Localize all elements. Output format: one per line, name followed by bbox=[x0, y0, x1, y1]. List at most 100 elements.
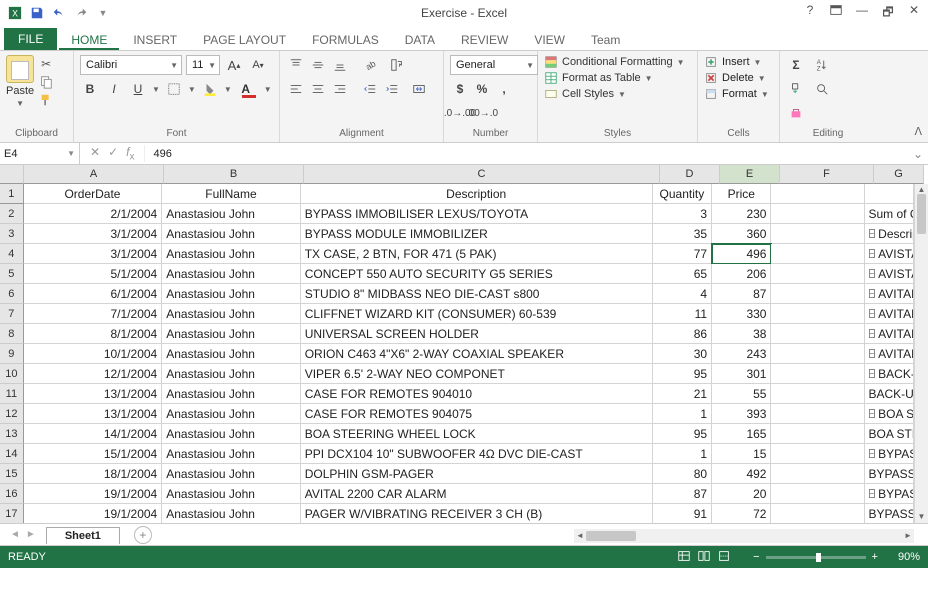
cell-price[interactable]: 206 bbox=[712, 264, 771, 284]
cell-date[interactable]: 13/1/2004 bbox=[24, 384, 162, 404]
decrease-font-icon[interactable]: A▾ bbox=[248, 55, 268, 75]
font-name-combo[interactable]: Calibri▼ bbox=[80, 55, 182, 75]
normal-view-icon[interactable] bbox=[677, 549, 691, 566]
chevron-down-icon[interactable]: ▼ bbox=[224, 85, 232, 94]
insert-cells-button[interactable]: Insert▼ bbox=[704, 55, 773, 69]
insert-function-icon[interactable]: fx bbox=[126, 145, 134, 162]
cell-description[interactable]: VIPER 6.5' 2-WAY NEO COMPONET bbox=[301, 364, 653, 384]
cell[interactable] bbox=[771, 484, 864, 504]
cell-group[interactable]: −AVITAL 22 bbox=[865, 304, 915, 324]
cell-price[interactable]: 230 bbox=[712, 204, 771, 224]
cell-price[interactable]: 360 bbox=[712, 224, 771, 244]
cell-name[interactable]: Anastasiou John bbox=[162, 284, 300, 304]
orientation-icon[interactable]: ab bbox=[360, 55, 380, 75]
cell-price[interactable]: 55 bbox=[712, 384, 771, 404]
header-cell[interactable]: Description bbox=[301, 184, 653, 204]
cell[interactable] bbox=[771, 464, 864, 484]
cell-description[interactable]: DOLPHIN GSM-PAGER bbox=[301, 464, 653, 484]
collapse-icon[interactable]: − bbox=[869, 369, 876, 378]
new-sheet-button[interactable]: + bbox=[134, 526, 152, 544]
column-header[interactable]: C bbox=[304, 165, 660, 184]
undo-icon[interactable] bbox=[50, 4, 68, 22]
cell-group[interactable]: −BYPASS bbox=[865, 444, 915, 464]
autosum-icon[interactable]: Σ bbox=[786, 55, 806, 75]
hscroll-thumb[interactable] bbox=[586, 531, 636, 541]
wrap-text-button[interactable]: Wrap Text bbox=[390, 55, 404, 75]
cell[interactable] bbox=[771, 444, 864, 464]
cancel-formula-icon[interactable]: ✕ bbox=[90, 145, 100, 162]
row-header[interactable]: 10 bbox=[0, 364, 24, 384]
cell[interactable] bbox=[771, 404, 864, 424]
cell-group[interactable]: −BACK-UP bbox=[865, 364, 915, 384]
cell-quantity[interactable]: 80 bbox=[653, 464, 712, 484]
cell-group[interactable]: −BYPASS bbox=[865, 484, 915, 504]
scroll-left-icon[interactable]: ◄ bbox=[574, 529, 586, 543]
row-header[interactable]: 8 bbox=[0, 324, 24, 344]
tab-home[interactable]: HOME bbox=[59, 30, 119, 50]
format-cells-button[interactable]: Format▼ bbox=[704, 87, 773, 101]
save-icon[interactable] bbox=[28, 4, 46, 22]
cell-name[interactable]: Anastasiou John bbox=[162, 424, 300, 444]
cell-quantity[interactable]: 95 bbox=[653, 364, 712, 384]
tab-data[interactable]: DATA bbox=[393, 30, 447, 50]
row-header[interactable]: 5 bbox=[0, 264, 24, 284]
horizontal-scrollbar[interactable]: ◄ ► bbox=[574, 529, 914, 543]
cell-quantity[interactable]: 21 bbox=[653, 384, 712, 404]
tab-team[interactable]: Team bbox=[579, 30, 632, 50]
cell[interactable] bbox=[771, 324, 864, 344]
clear-icon[interactable] bbox=[786, 103, 806, 123]
align-middle-icon[interactable] bbox=[308, 55, 328, 75]
cell-date[interactable]: 10/1/2004 bbox=[24, 344, 162, 364]
cell-group[interactable]: BYPASS I bbox=[865, 504, 915, 524]
minimize-button[interactable]: — bbox=[854, 3, 870, 24]
cell-price[interactable]: 393 bbox=[712, 404, 771, 424]
paste-button[interactable]: Paste ▼ bbox=[6, 55, 34, 108]
font-size-combo[interactable]: 11▼ bbox=[186, 55, 220, 75]
header-cell[interactable]: Price bbox=[712, 184, 771, 204]
cell-description[interactable]: UNIVERSAL SCREEN HOLDER bbox=[301, 324, 653, 344]
cell[interactable] bbox=[771, 384, 864, 404]
close-button[interactable]: ✕ bbox=[906, 3, 922, 24]
increase-indent-icon[interactable] bbox=[382, 79, 402, 99]
collapse-icon[interactable]: − bbox=[869, 229, 876, 238]
column-header[interactable]: B bbox=[164, 165, 304, 184]
cell-name[interactable]: Anastasiou John bbox=[162, 204, 300, 224]
row-header[interactable]: 7 bbox=[0, 304, 24, 324]
cell-name[interactable]: Anastasiou John bbox=[162, 504, 300, 524]
cell-name[interactable]: Anastasiou John bbox=[162, 484, 300, 504]
cell-date[interactable]: 19/1/2004 bbox=[24, 504, 162, 524]
collapse-icon[interactable]: − bbox=[869, 309, 876, 318]
cell[interactable] bbox=[771, 504, 864, 524]
cell-price[interactable]: 72 bbox=[712, 504, 771, 524]
cell-group[interactable]: BYPASS I bbox=[865, 464, 915, 484]
redo-icon[interactable] bbox=[72, 4, 90, 22]
cell-description[interactable]: CONCEPT 550 AUTO SECURITY G5 SERIES bbox=[301, 264, 653, 284]
sheet-nav-prev-icon[interactable]: ◄ bbox=[10, 529, 20, 540]
delete-cells-button[interactable]: Delete▼ bbox=[704, 71, 773, 85]
cell-quantity[interactable]: 11 bbox=[653, 304, 712, 324]
cell-name[interactable]: Anastasiou John bbox=[162, 404, 300, 424]
cell-group[interactable]: Sum of Q bbox=[865, 204, 915, 224]
align-center-icon[interactable] bbox=[308, 79, 328, 99]
cell-date[interactable]: 18/1/2004 bbox=[24, 464, 162, 484]
cell-price[interactable]: 165 bbox=[712, 424, 771, 444]
help-button[interactable]: ? bbox=[802, 3, 818, 24]
zoom-out-button[interactable]: − bbox=[753, 551, 759, 563]
cell-price[interactable]: 20 bbox=[712, 484, 771, 504]
tab-view[interactable]: VIEW bbox=[522, 30, 577, 50]
column-header[interactable]: A bbox=[24, 165, 164, 184]
cell-date[interactable]: 3/1/2004 bbox=[24, 244, 162, 264]
cell-group[interactable]: −AVITAL bbox=[865, 284, 915, 304]
cell-name[interactable]: Anastasiou John bbox=[162, 324, 300, 344]
zoom-in-button[interactable]: + bbox=[872, 551, 878, 563]
scroll-thumb[interactable] bbox=[917, 194, 926, 234]
cell-date[interactable]: 13/1/2004 bbox=[24, 404, 162, 424]
collapse-icon[interactable]: − bbox=[869, 349, 876, 358]
column-header[interactable]: E bbox=[720, 165, 780, 184]
cell-name[interactable]: Anastasiou John bbox=[162, 364, 300, 384]
cell-date[interactable]: 12/1/2004 bbox=[24, 364, 162, 384]
cell-price[interactable]: 87 bbox=[712, 284, 771, 304]
decrease-decimal-icon[interactable]: .00→.0 bbox=[472, 103, 492, 123]
vertical-scrollbar[interactable]: ▲ ▼ bbox=[914, 184, 928, 523]
percent-format-icon[interactable]: % bbox=[472, 79, 492, 99]
